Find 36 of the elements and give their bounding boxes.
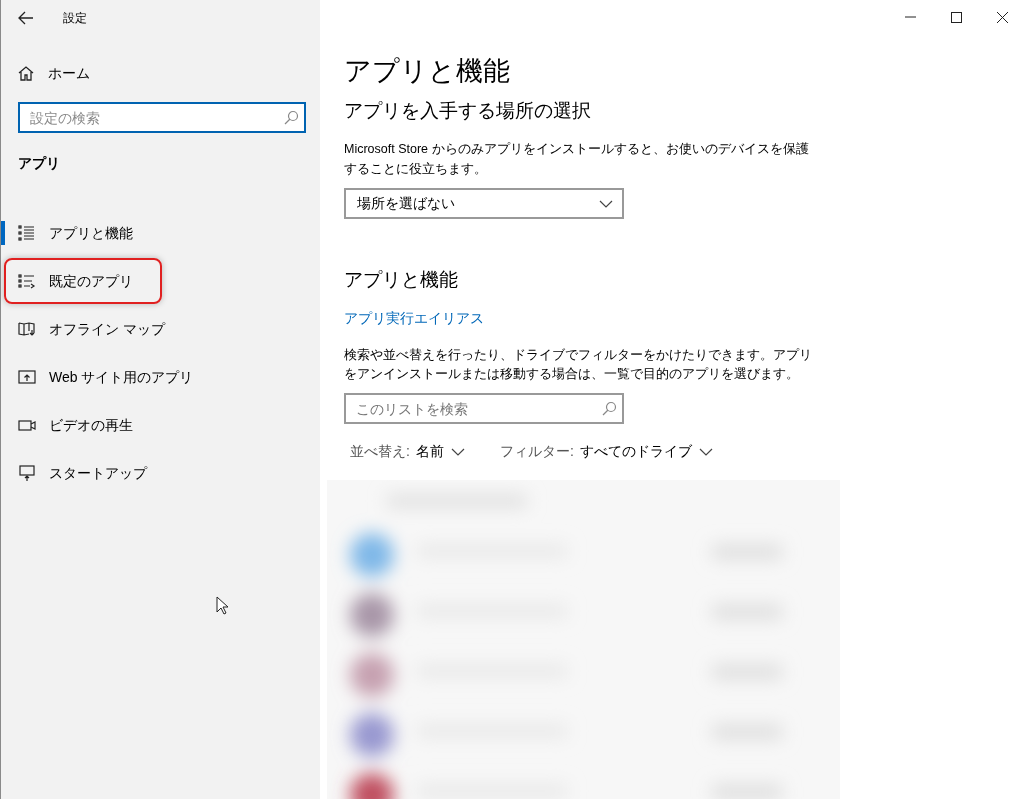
mouse-pointer-icon xyxy=(216,596,229,615)
home-item[interactable]: ホーム xyxy=(18,59,320,87)
back-arrow-icon xyxy=(18,10,34,25)
sidebar-item[interactable]: Web サイト用のアプリ xyxy=(18,366,194,388)
window-title: 設定 xyxy=(63,9,87,27)
sidebar-item[interactable]: ビデオの再生 xyxy=(18,414,133,436)
search-icon xyxy=(601,401,617,417)
source-dropdown[interactable]: 場所を選ばない xyxy=(344,188,624,219)
chevron-down-icon xyxy=(598,198,614,209)
section-heading: アプリを入手する場所の選択 xyxy=(344,99,592,123)
sidebar-item[interactable]: アプリと機能 xyxy=(18,222,133,244)
app-alias-link[interactable]: アプリ実行エイリアス xyxy=(344,308,484,329)
chevron-down-icon xyxy=(449,446,466,457)
sidebar-item[interactable]: スタートアップ xyxy=(18,462,147,484)
list-search-field[interactable]: このリストを検索 xyxy=(344,393,624,424)
section-heading: アプリと機能 xyxy=(344,268,459,292)
monitor-arrow-icon xyxy=(18,464,36,482)
home-icon xyxy=(18,65,34,81)
description-text: 検索や並べ替えを行ったり、ドライブでフィルターをかけたりできます。アプリをアンインストールまたは移動する場合は、一覧で目的のアプリを選びます。 xyxy=(344,347,813,383)
window-upload-icon xyxy=(18,368,36,386)
section-heading: アプリ xyxy=(18,154,61,173)
settings-search-field[interactable]: 設定の検索 xyxy=(18,102,306,133)
close-icon xyxy=(996,11,1008,23)
sort-dropdown[interactable]: 並べ替え: 名前 xyxy=(350,441,466,462)
sidebar-item[interactable]: オフライン マップ xyxy=(18,318,165,340)
search-icon xyxy=(283,110,299,126)
list-arrow-icon xyxy=(18,272,36,290)
maximize-icon xyxy=(950,11,962,23)
sidebar-item[interactable]: 既定のアプリ xyxy=(18,270,133,292)
page-title: アプリと機能 xyxy=(344,55,511,88)
filter-dropdown[interactable]: フィルター: すべてのドライブ xyxy=(499,441,714,462)
map-icon xyxy=(18,320,36,338)
list-icon xyxy=(18,224,36,242)
minimize-icon xyxy=(904,16,916,18)
description-text: Microsoft Store からのみアプリをインストールすると、お使いのデバイスを保護することに役立ちます。 xyxy=(344,141,810,178)
chevron-down-icon xyxy=(697,446,714,457)
